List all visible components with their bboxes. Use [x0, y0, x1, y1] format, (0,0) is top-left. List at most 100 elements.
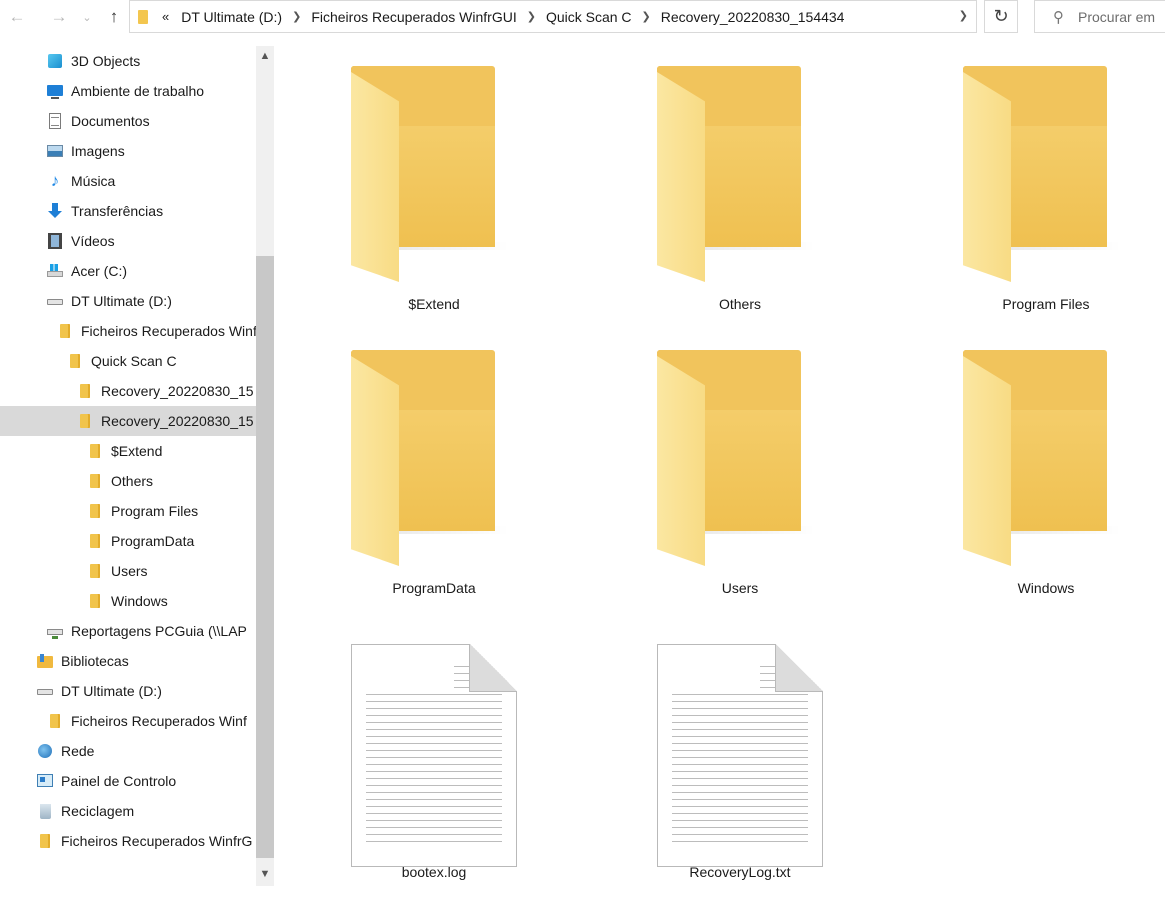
sidebar-item[interactable]: Users: [0, 556, 256, 586]
sidebar-item[interactable]: 3D Objects: [0, 46, 256, 76]
folder-tile[interactable]: ProgramData: [274, 330, 509, 600]
chevron-right-icon[interactable]: ❯: [525, 10, 538, 23]
sidebar-item-label: Users: [111, 563, 148, 579]
sidebar-item[interactable]: Ficheiros Recuperados WinfrG: [0, 826, 256, 856]
large-folder-icon: [274, 46, 509, 282]
search-placeholder: Procurar em: [1078, 8, 1156, 25]
folder-icon: [86, 592, 104, 610]
3d-objects-icon: [46, 52, 64, 70]
breadcrumb-item[interactable]: Ficheiros Recuperados WinfrGUI: [303, 9, 524, 25]
downloads-icon: [46, 202, 64, 220]
sidebar-item-label: 3D Objects: [71, 53, 141, 69]
folder-icon: [66, 352, 84, 370]
folder-name: Users: [721, 580, 759, 596]
sidebar-item[interactable]: DT Ultimate (D:): [0, 286, 256, 316]
sidebar-item[interactable]: Ficheiros Recuperados Winf: [0, 706, 256, 736]
sidebar-item[interactable]: Rede: [0, 736, 256, 766]
folder-name: ProgramData: [392, 580, 476, 596]
folder-icon: [86, 502, 104, 520]
chevron-right-icon[interactable]: ❯: [640, 10, 653, 23]
scroll-down-arrow-icon[interactable]: ▼: [256, 864, 274, 884]
sidebar-item-label: Bibliotecas: [61, 653, 129, 669]
breadcrumb-overflow[interactable]: «: [160, 9, 173, 24]
chevron-down-icon[interactable]: ❯: [959, 9, 968, 22]
sidebar-item-label: DT Ultimate (D:): [71, 293, 172, 309]
sidebar-item-label: Program Files: [111, 503, 199, 519]
search-box[interactable]: ⚲ Procurar em: [1034, 0, 1165, 33]
sidebar-item[interactable]: Quick Scan C: [0, 346, 256, 376]
desktop-icon: [46, 82, 64, 100]
folder-tile[interactable]: Windows: [886, 330, 1121, 600]
large-folder-icon: [580, 46, 815, 282]
file-name: RecoveryLog.txt: [689, 864, 791, 880]
file-tile[interactable]: bootex.log: [274, 614, 517, 884]
address-bar[interactable]: « DT Ultimate (D:) ❯ Ficheiros Recuperad…: [129, 0, 977, 33]
scrollbar-thumb[interactable]: [256, 256, 274, 858]
sidebar-item[interactable]: ProgramData: [0, 526, 256, 556]
folder-icon: [76, 382, 94, 400]
sidebar-item[interactable]: Vídeos: [0, 226, 256, 256]
folder-tile[interactable]: Others: [580, 46, 815, 316]
up-arrow-icon[interactable]: ↑: [101, 0, 127, 34]
sidebar-item[interactable]: Painel de Controlo: [0, 766, 256, 796]
windows-drive-icon: [46, 262, 64, 280]
breadcrumb-item[interactable]: DT Ultimate (D:): [173, 9, 290, 25]
breadcrumb-item[interactable]: Quick Scan C: [538, 9, 640, 25]
file-view: $Extend Others Program Files ProgramData Use…: [274, 46, 1165, 897]
refresh-button[interactable]: ↻: [984, 0, 1018, 33]
sidebar-item[interactable]: DT Ultimate (D:): [0, 676, 256, 706]
folder-icon: [76, 412, 94, 430]
sidebar-item-label: Ficheiros Recuperados Winf: [71, 713, 247, 729]
sidebar-item[interactable]: Imagens: [0, 136, 256, 166]
control-panel-icon: [36, 772, 54, 790]
folder-icon: [86, 472, 104, 490]
sidebar-item[interactable]: Reportagens PCGuia (\\LAP: [0, 616, 256, 646]
sidebar-item-label: DT Ultimate (D:): [61, 683, 162, 699]
folder-icon: [46, 712, 64, 730]
sidebar-item[interactable]: Recovery_20220830_15: [0, 376, 256, 406]
sidebar-item[interactable]: Bibliotecas: [0, 646, 256, 676]
sidebar-item-label: Documentos: [71, 113, 150, 129]
large-folder-icon: [886, 330, 1121, 566]
recycle-bin-icon: [36, 802, 54, 820]
search-icon: ⚲: [1053, 8, 1064, 26]
folder-tile[interactable]: Users: [580, 330, 815, 600]
sidebar-item[interactable]: $Extend: [0, 436, 256, 466]
large-folder-icon: [886, 46, 1121, 282]
refresh-icon: ↻: [993, 6, 1009, 26]
sidebar-item[interactable]: Reciclagem: [0, 796, 256, 826]
sidebar-item-label: Música: [71, 173, 116, 189]
drive-icon: [46, 292, 64, 310]
sidebar-item[interactable]: Ambiente de trabalho: [0, 76, 256, 106]
sidebar-item-label: Vídeos: [71, 233, 115, 249]
sidebar-item-label: Painel de Controlo: [61, 773, 177, 789]
chevron-right-icon[interactable]: ❯: [290, 10, 303, 23]
sidebar-item[interactable]: Others: [0, 466, 256, 496]
sidebar-item[interactable]: ♪ Música: [0, 166, 256, 196]
folder-name: Program Files: [1002, 296, 1090, 312]
sidebar-item[interactable]: Windows: [0, 586, 256, 616]
sidebar-item[interactable]: Recovery_20220830_15: [0, 406, 256, 436]
folder-icon: [36, 832, 54, 850]
folder-name: Others: [718, 296, 761, 312]
music-icon: ♪: [50, 171, 60, 190]
sidebar-item[interactable]: Documentos: [0, 106, 256, 136]
recent-locations-chevron-icon[interactable]: ⌄: [76, 0, 98, 34]
text-document-icon: [274, 614, 517, 867]
scroll-up-arrow-icon[interactable]: ▲: [256, 46, 274, 66]
folder-tile[interactable]: $Extend: [274, 46, 509, 316]
file-tile[interactable]: RecoveryLog.txt: [580, 614, 823, 884]
documents-icon: [46, 112, 64, 130]
navigation-pane-scrollbar[interactable]: ▲ ▼: [256, 46, 274, 886]
sidebar-item[interactable]: Ficheiros Recuperados Winf: [0, 316, 256, 346]
sidebar-item[interactable]: Program Files: [0, 496, 256, 526]
sidebar-item[interactable]: Transferências: [0, 196, 256, 226]
sidebar-item-label: Imagens: [71, 143, 125, 159]
breadcrumb-item[interactable]: Recovery_20220830_154434: [653, 9, 853, 25]
folder-tile[interactable]: Program Files: [886, 46, 1121, 316]
sidebar-item-label: Reciclagem: [61, 803, 135, 819]
back-arrow-icon[interactable]: ←: [4, 0, 30, 34]
forward-arrow-icon[interactable]: →: [46, 0, 72, 34]
large-folder-icon: [580, 330, 815, 566]
sidebar-item[interactable]: Acer (C:): [0, 256, 256, 286]
